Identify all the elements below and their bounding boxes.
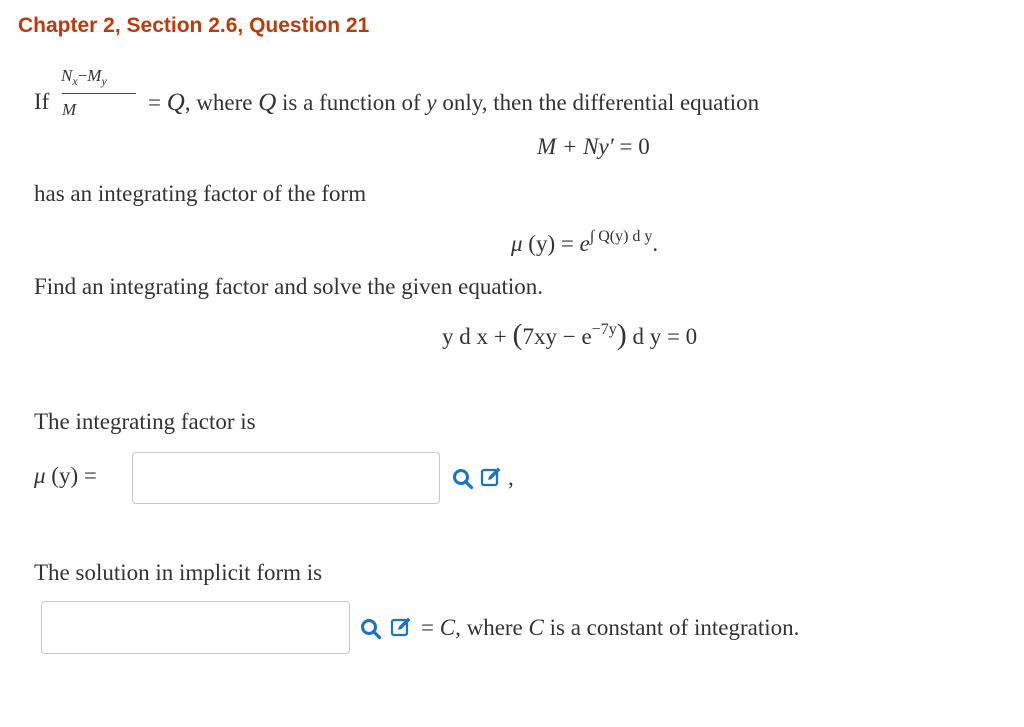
integrating-factor-text: has an integrating factor of the form [34, 181, 367, 206]
fraction-numerator: Nx−My [61, 66, 107, 88]
integrating-factor-formula: μ (y) = e∫ Q(y) d y. [511, 228, 659, 256]
page-title: Chapter 2, Section 2.6, Question 21 [18, 14, 370, 37]
intro-sentence: = Q, where Q is a function of y only, th… [148, 89, 760, 116]
factor-suffix: , [508, 465, 514, 490]
given-equation: y d x + (7xy − e−7y) d y = 0 [442, 318, 698, 351]
fraction-bar [62, 93, 136, 95]
fraction-denominator: M [62, 100, 77, 119]
differential-equation: M + Ny′ = 0 [537, 134, 650, 159]
intro-if: If [34, 89, 50, 114]
solution-suffix: = C, where C is a constant of integratio… [421, 615, 800, 640]
search-icon[interactable] [452, 468, 474, 490]
edit-icon[interactable] [480, 466, 502, 488]
solution-label: The solution in implicit form is [34, 560, 323, 585]
integrating-factor-input[interactable] [132, 452, 440, 504]
mu-prefix: μ (y) = [34, 463, 97, 488]
edit-icon[interactable] [390, 616, 412, 638]
search-icon[interactable] [360, 618, 382, 640]
instruction-text: Find an integrating factor and solve the… [34, 274, 544, 299]
implicit-solution-input[interactable] [41, 601, 350, 654]
integrating-factor-label: The integrating factor is [34, 409, 256, 434]
